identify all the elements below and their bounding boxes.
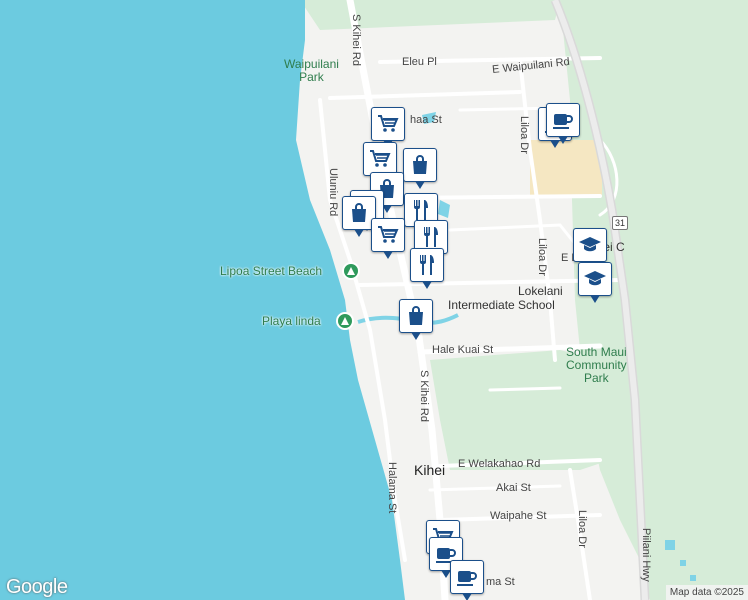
road-label-e-welakahao-rd: E Welakahao Rd bbox=[458, 458, 541, 470]
school-icon bbox=[583, 267, 607, 291]
place-label-lokelani: Lokelani bbox=[518, 284, 563, 298]
place-label-playa-linda: Playa linda bbox=[262, 314, 321, 328]
fork-knife-icon bbox=[409, 198, 433, 222]
road-label-halama-st: Halama St bbox=[386, 462, 398, 514]
cart-icon bbox=[368, 147, 392, 171]
fork-knife-icon bbox=[415, 253, 439, 277]
grocery-marker[interactable] bbox=[371, 218, 405, 259]
school-marker[interactable] bbox=[573, 228, 607, 269]
road-label-haha-st: haa St bbox=[410, 114, 442, 126]
coffee-icon bbox=[455, 565, 479, 589]
school-icon bbox=[578, 233, 602, 257]
map-base-layer bbox=[0, 0, 748, 600]
road-label-liloa-dr-north: Liloa Dr bbox=[518, 116, 530, 154]
cafe-marker[interactable] bbox=[546, 103, 580, 144]
shopping-marker[interactable] bbox=[399, 299, 433, 340]
coffee-icon bbox=[551, 108, 575, 132]
bag-icon bbox=[408, 153, 432, 177]
restaurant-marker[interactable] bbox=[410, 248, 444, 289]
cart-icon bbox=[376, 223, 400, 247]
commercial-area bbox=[530, 140, 602, 195]
place-label-lipoa-beach: Lipoa Street Beach bbox=[220, 264, 323, 278]
road-label-liloa-dr-mid: Liloa Dr bbox=[536, 238, 548, 276]
road-label-akai-st: Akai St bbox=[496, 482, 531, 494]
school-marker[interactable] bbox=[578, 262, 612, 303]
park-label-south-maui: South Maui Community Park bbox=[566, 345, 627, 385]
grocery-marker[interactable] bbox=[363, 142, 397, 183]
road-label-piilani-hwy: Piilani Hwy bbox=[640, 528, 652, 582]
google-logo: Google bbox=[6, 576, 68, 598]
park-label-waipuilani: Waipuilani Park bbox=[284, 57, 339, 84]
beach-icon[interactable] bbox=[336, 312, 354, 330]
grocery-marker[interactable] bbox=[371, 107, 405, 148]
cafe-marker[interactable] bbox=[450, 560, 484, 600]
bag-icon bbox=[404, 304, 428, 328]
place-label-intermediate-school: Intermediate School bbox=[448, 298, 555, 312]
map-canvas[interactable]: S Kihei Rd Waipuilani Park Eleu Pl E Wai… bbox=[0, 0, 748, 600]
road-label-liloa-dr-south: Liloa Dr bbox=[576, 510, 588, 548]
road-label-uluniu-rd: Uluniu Rd bbox=[327, 168, 339, 217]
highway-shield-31: 31 bbox=[612, 216, 628, 230]
cart-icon bbox=[376, 112, 400, 136]
place-label-kihei: Kihei bbox=[414, 462, 446, 478]
map-attribution[interactable]: Map data ©2025 bbox=[665, 585, 748, 600]
beach-icon[interactable] bbox=[342, 262, 360, 280]
shopping-marker[interactable] bbox=[403, 148, 437, 189]
road-label-eleu-pl: Eleu Pl bbox=[402, 56, 437, 68]
bag-icon bbox=[347, 201, 371, 225]
fork-knife-icon bbox=[419, 225, 443, 249]
road-label-hale-kuai-st: Hale Kuai St bbox=[432, 344, 494, 356]
road-label-s-kihei-rd-south: S Kihei Rd bbox=[418, 370, 430, 422]
road-label-ma-st: ma St bbox=[486, 576, 515, 588]
road-label-s-kihei-rd-north: S Kihei Rd bbox=[350, 14, 362, 66]
road-label-waipahe-st: Waipahe St bbox=[490, 510, 547, 522]
